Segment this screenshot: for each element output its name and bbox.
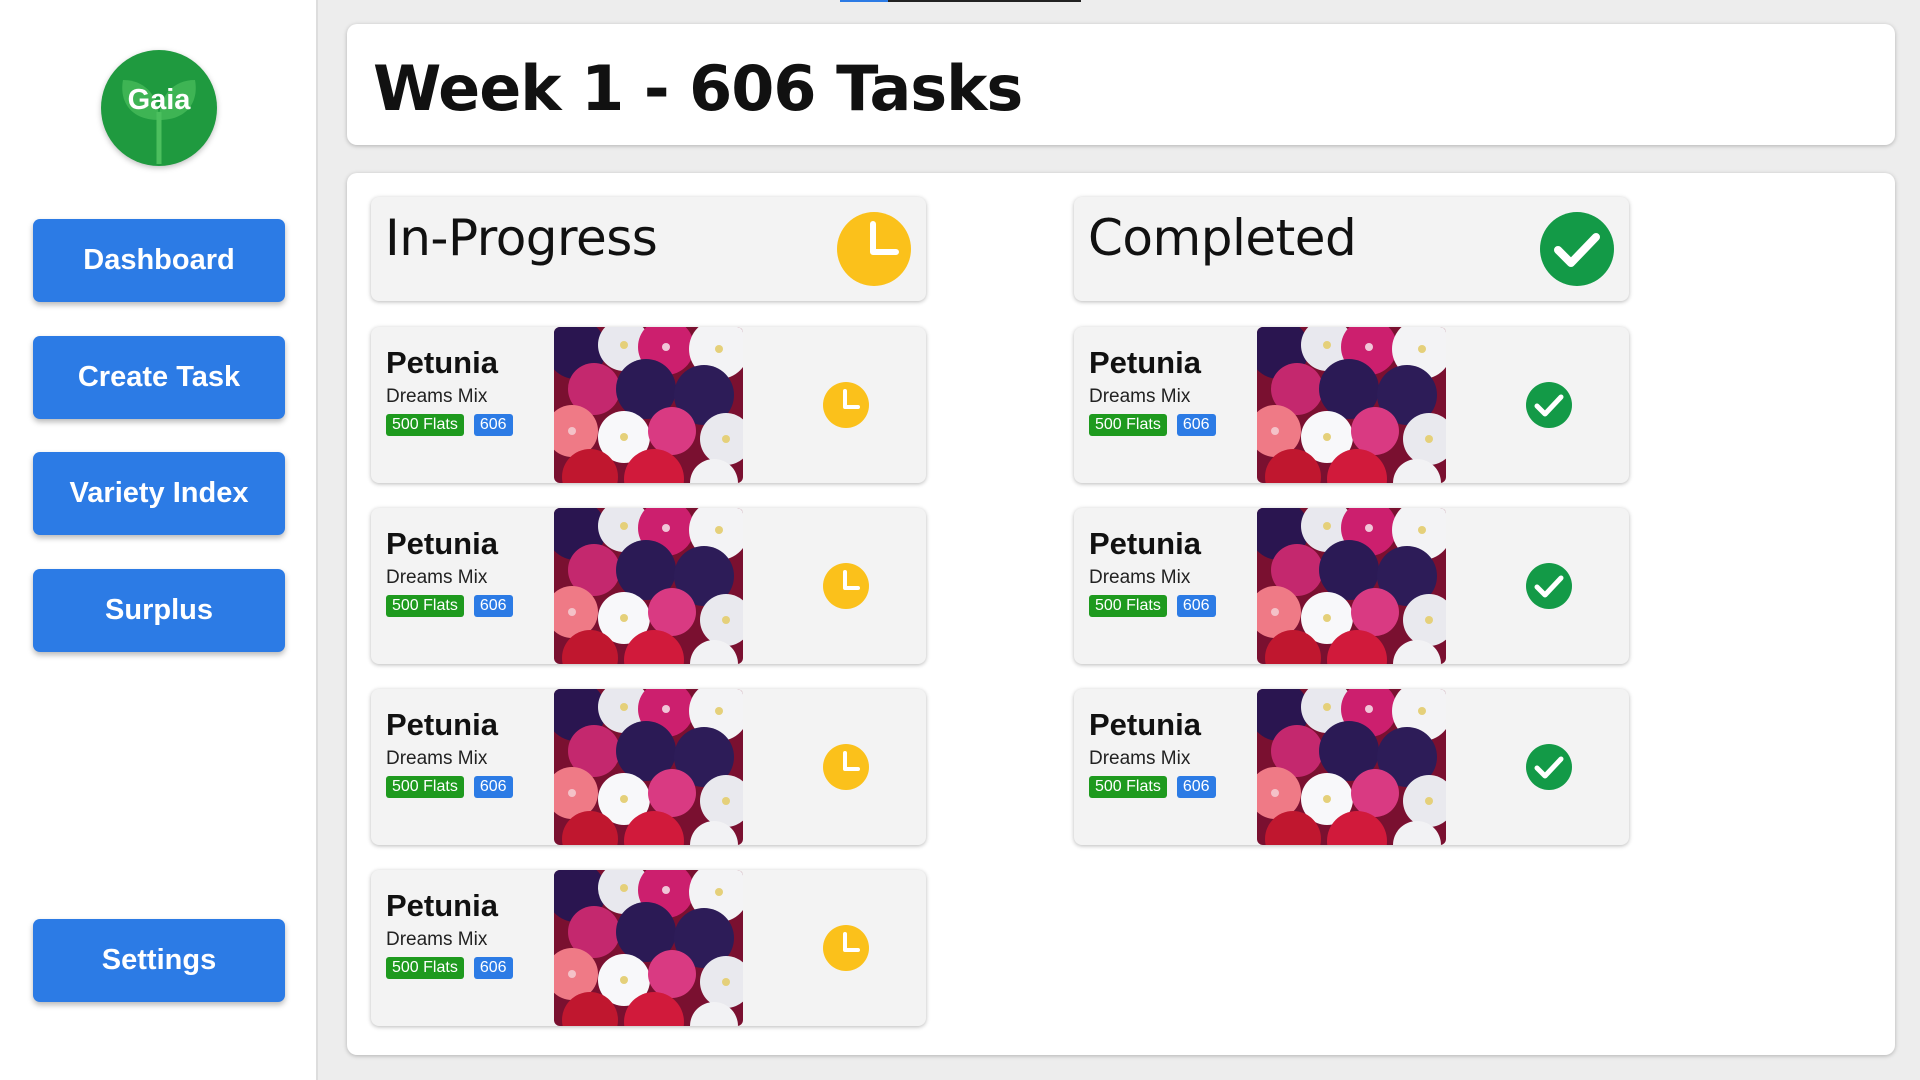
clock-icon [823,925,869,971]
task-card[interactable]: Petunia Dreams Mix 500 Flats 606 [371,327,926,483]
check-circle-icon [1526,744,1572,790]
flats-badge: 500 Flats [386,595,464,617]
completed-header: Completed [1074,197,1629,301]
header-card: Week 1 - 606 Tasks [347,24,1895,145]
variety-name: Dreams Mix [1089,567,1191,588]
check-circle-icon [1540,212,1614,286]
flats-badge: 500 Flats [1089,776,1167,798]
task-card[interactable]: Petunia Dreams Mix 500 Flats 606 [1074,689,1629,845]
flats-badge: 500 Flats [386,957,464,979]
plant-name: Petunia [386,345,498,380]
flats-badge: 500 Flats [1089,595,1167,617]
plant-name: Petunia [386,526,498,561]
petunia-photo [554,689,743,845]
variety-name: Dreams Mix [1089,386,1191,407]
sidebar: Gaia Dashboard Create Task Variety Index… [0,0,318,1080]
task-card[interactable]: Petunia Dreams Mix 500 Flats 606 [1074,327,1629,483]
plant-name: Petunia [386,888,498,923]
petunia-photo [1257,689,1446,845]
petunia-photo [554,327,743,483]
in-progress-title: In-Progress [385,209,658,267]
variety-name: Dreams Mix [386,929,488,950]
petunia-photo [554,870,743,1026]
in-progress-header: In-Progress [371,197,926,301]
in-progress-card-list: Petunia Dreams Mix 500 Flats 606 Petunia … [371,327,926,1026]
completed-card-list: Petunia Dreams Mix 500 Flats 606 Petunia … [1074,327,1629,845]
count-badge: 606 [1176,776,1216,798]
flats-badge: 500 Flats [386,414,464,436]
page-title: Week 1 - 606 Tasks [373,52,1023,125]
in-progress-column: In-Progress Petunia Dreams Mix 500 Flats… [371,197,926,1051]
nav-dashboard-button[interactable]: Dashboard [33,219,285,302]
task-board: In-Progress Petunia Dreams Mix 500 Flats… [347,173,1895,1055]
top-progress-strip [840,0,1081,2]
task-card[interactable]: Petunia Dreams Mix 500 Flats 606 [371,870,926,1026]
petunia-photo [1257,508,1446,664]
clock-icon [837,212,911,286]
logo-text: Gaia [127,84,191,116]
count-badge: 606 [1176,595,1216,617]
clock-icon [823,382,869,428]
clock-icon [823,563,869,609]
completed-column: Completed Petunia Dreams Mix 500 Flats 60… [1074,197,1629,870]
count-badge: 606 [473,776,513,798]
check-circle-icon [1526,382,1572,428]
plant-name: Petunia [1089,707,1201,742]
count-badge: 606 [473,414,513,436]
plant-name: Petunia [386,707,498,742]
count-badge: 606 [473,957,513,979]
plant-name: Petunia [1089,526,1201,561]
task-card[interactable]: Petunia Dreams Mix 500 Flats 606 [1074,508,1629,664]
plant-name: Petunia [1089,345,1201,380]
completed-title: Completed [1088,209,1357,267]
task-card[interactable]: Petunia Dreams Mix 500 Flats 606 [371,508,926,664]
variety-name: Dreams Mix [386,748,488,769]
nav-create-task-button[interactable]: Create Task [33,336,285,419]
gaia-logo[interactable]: Gaia [101,50,217,166]
count-badge: 606 [473,595,513,617]
variety-name: Dreams Mix [386,386,488,407]
clock-icon [823,744,869,790]
flats-badge: 500 Flats [1089,414,1167,436]
task-card[interactable]: Petunia Dreams Mix 500 Flats 606 [371,689,926,845]
nav-surplus-button[interactable]: Surplus [33,569,285,652]
count-badge: 606 [1176,414,1216,436]
petunia-photo [1257,327,1446,483]
variety-name: Dreams Mix [386,567,488,588]
nav-variety-index-button[interactable]: Variety Index [33,452,285,535]
flats-badge: 500 Flats [386,776,464,798]
check-circle-icon [1526,563,1572,609]
variety-name: Dreams Mix [1089,748,1191,769]
nav-settings-button[interactable]: Settings [33,919,285,1002]
petunia-photo [554,508,743,664]
